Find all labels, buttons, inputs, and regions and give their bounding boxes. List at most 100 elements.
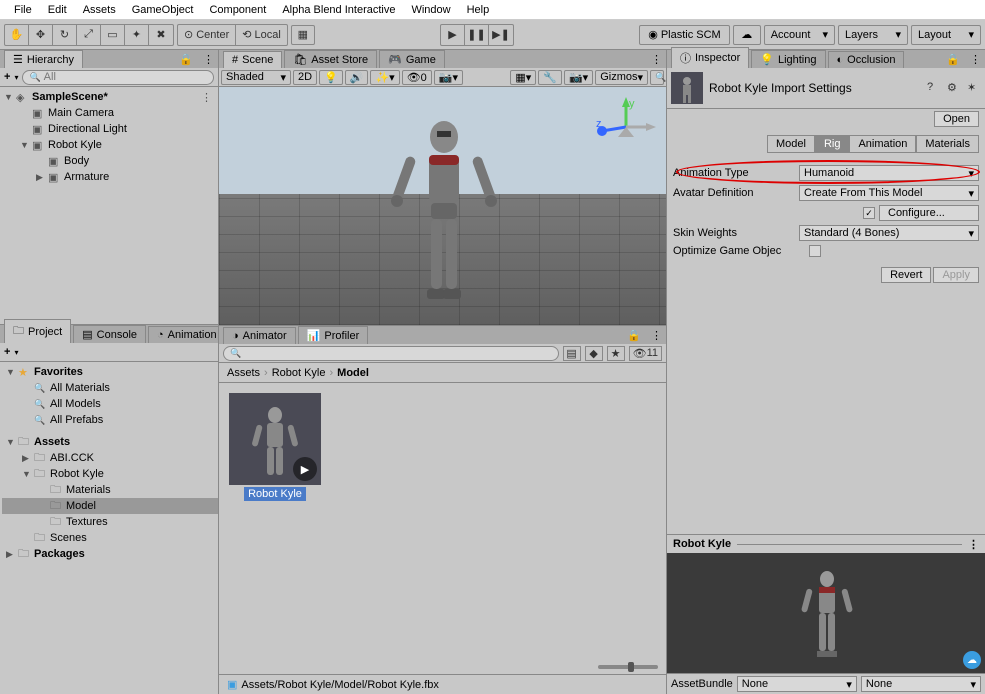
folder-item[interactable]: Materials — [2, 482, 218, 498]
preview-menu-icon[interactable]: ⋮ — [968, 538, 979, 551]
animation-type-dropdown[interactable]: Humanoid▾ — [799, 165, 979, 181]
layers-dropdown[interactable]: Layers▾ — [838, 25, 908, 45]
menu-component[interactable]: Component — [201, 4, 274, 16]
pivot-local[interactable]: ⟲Local — [236, 25, 287, 45]
cloud-button[interactable]: ☁ — [733, 25, 761, 45]
favorite-item[interactable]: All Prefabs — [2, 412, 218, 428]
breadcrumb-item[interactable]: Robot Kyle — [272, 367, 326, 379]
hierarchy-item[interactable]: Main Camera — [0, 105, 218, 121]
hierarchy-search[interactable]: All — [22, 70, 214, 85]
size-slider[interactable] — [598, 665, 658, 669]
animator-tab[interactable]: ◑ Animator — [223, 327, 296, 344]
presets-icon[interactable]: ⚙ — [947, 81, 961, 95]
play-button[interactable]: ▶ — [441, 25, 465, 45]
filter-type[interactable]: ▤ — [563, 346, 581, 361]
folder-item[interactable]: ▼Robot Kyle — [2, 466, 218, 482]
folder-item[interactable]: Scenes — [2, 530, 218, 546]
custom-tool[interactable]: ✖ — [149, 25, 173, 45]
hierarchy-item[interactable]: Body — [0, 153, 218, 169]
packages-header[interactable]: ▶Packages — [2, 546, 218, 562]
settings-icon[interactable]: ✶ — [967, 81, 981, 95]
lighting-tab[interactable]: 💡 Lighting — [751, 50, 825, 68]
menu-edit[interactable]: Edit — [40, 4, 75, 16]
favorite-item[interactable]: All Models — [2, 396, 218, 412]
tools-toggle[interactable]: 🔧 — [538, 70, 562, 85]
scene-search[interactable] — [650, 70, 664, 85]
hierarchy-item[interactable]: Directional Light — [0, 121, 218, 137]
favorites-header[interactable]: ▼Favorites — [2, 364, 218, 380]
open-button[interactable]: Open — [934, 111, 979, 127]
avatar-def-dropdown[interactable]: Create From This Model▾ — [799, 185, 979, 201]
camera-settings[interactable]: 📷▾ — [564, 70, 593, 85]
menu-window[interactable]: Window — [403, 4, 458, 16]
animation-tab[interactable]: ◔ Animation — [148, 326, 226, 343]
revert-button[interactable]: Revert — [881, 267, 931, 283]
asset-store-tab[interactable]: 🛍 Asset Store — [284, 50, 377, 68]
scene-menu-icon[interactable]: ⋮ — [647, 51, 666, 68]
lighting-toggle[interactable]: 💡 — [319, 70, 343, 85]
inspector-tab[interactable]: ⓘ Inspector — [671, 47, 749, 68]
game-tab[interactable]: 🎮 Game — [379, 50, 445, 68]
audio-toggle[interactable]: 🔊 — [345, 70, 369, 85]
preview-viewport[interactable]: ☁ — [667, 553, 985, 673]
gizmos-dropdown[interactable]: Gizmos▾ — [595, 70, 648, 85]
hierarchy-item[interactable]: ▶Armature — [0, 169, 218, 185]
hidden-toggle[interactable]: 👁0 — [402, 70, 432, 85]
filter-label[interactable]: ◆ — [585, 346, 603, 361]
materials-tab[interactable]: Materials — [916, 135, 979, 153]
fx-toggle[interactable]: ✨▾ — [370, 70, 399, 85]
cloud-badge-icon[interactable]: ☁ — [963, 651, 981, 669]
model-tab[interactable]: Model — [767, 135, 815, 153]
rect-tool[interactable]: ▭ — [101, 25, 125, 45]
step-button[interactable]: ▶❚ — [489, 25, 513, 45]
favorite-item[interactable]: All Materials — [2, 380, 218, 396]
menu-gameobject[interactable]: GameObject — [124, 4, 202, 16]
hierarchy-add-button[interactable]: + — [4, 71, 10, 83]
camera-toggle[interactable]: 📷▾ — [434, 70, 463, 85]
shading-dropdown[interactable]: Shaded▾ — [221, 70, 291, 85]
collab-button[interactable]: ◉Plastic SCM — [639, 25, 730, 45]
folder-item[interactable]: Model — [2, 498, 218, 514]
transform-tool[interactable]: ✦ — [125, 25, 149, 45]
skin-weights-dropdown[interactable]: Standard (4 Bones)▾ — [799, 225, 979, 241]
help-icon[interactable]: ? — [927, 81, 941, 95]
save-search[interactable]: ★ — [607, 346, 625, 361]
project-add-button[interactable]: + — [4, 346, 10, 358]
pause-button[interactable]: ❚❚ — [465, 25, 489, 45]
grid-toggle[interactable]: ▦▾ — [510, 70, 536, 85]
pivot-center[interactable]: ⊙Center — [178, 25, 236, 45]
scene-row[interactable]: ▼◈SampleScene*⋮ — [0, 89, 218, 105]
hand-tool[interactable]: ✋ — [5, 25, 29, 45]
menu-abi[interactable]: Alpha Blend Interactive — [274, 4, 403, 16]
occlusion-tab[interactable]: ◐ Occlusion — [828, 51, 905, 68]
account-dropdown[interactable]: Account▾ — [764, 25, 835, 45]
configure-button[interactable]: Configure... — [879, 205, 979, 221]
menu-assets[interactable]: Assets — [75, 4, 124, 16]
move-tool[interactable]: ✥ — [29, 25, 53, 45]
asset-bundle-dropdown[interactable]: None▾ — [737, 676, 857, 692]
profiler-tab[interactable]: 📊 Profiler — [298, 326, 369, 344]
optimize-checkbox[interactable] — [809, 245, 821, 257]
asset-robot-kyle[interactable]: ▶ Robot Kyle — [229, 393, 321, 650]
project-search[interactable] — [223, 346, 559, 361]
breadcrumb-item[interactable]: Assets — [227, 367, 260, 379]
apply-button[interactable]: Apply — [933, 267, 979, 283]
play-icon[interactable]: ▶ — [293, 457, 317, 481]
scene-view[interactable]: y z — [219, 87, 666, 325]
orientation-gizmo[interactable]: y z — [596, 97, 656, 157]
menu-file[interactable]: File — [6, 4, 40, 16]
hierarchy-tab[interactable]: ☰ Hierarchy — [4, 50, 83, 68]
hierarchy-menu-icon[interactable]: ⋮ — [199, 51, 218, 68]
project-lock-icon[interactable]: 🔒 — [623, 327, 645, 344]
rotate-tool[interactable]: ↻ — [53, 25, 77, 45]
animation-model-tab[interactable]: Animation — [849, 135, 916, 153]
scene-tab[interactable]: # Scene — [223, 51, 282, 68]
snap-toggle[interactable]: ▦ — [291, 25, 315, 45]
breadcrumb-item[interactable]: Model — [337, 367, 369, 379]
2d-toggle[interactable]: 2D — [293, 70, 317, 85]
layout-dropdown[interactable]: Layout▾ — [911, 25, 981, 45]
inspector-menu-icon[interactable]: ⋮ — [966, 51, 985, 68]
project-panel-menu[interactable]: ⋮ — [647, 327, 666, 344]
inspector-lock-icon[interactable]: 🔒 — [942, 51, 964, 68]
hidden-count[interactable]: 👁11 — [629, 346, 662, 361]
